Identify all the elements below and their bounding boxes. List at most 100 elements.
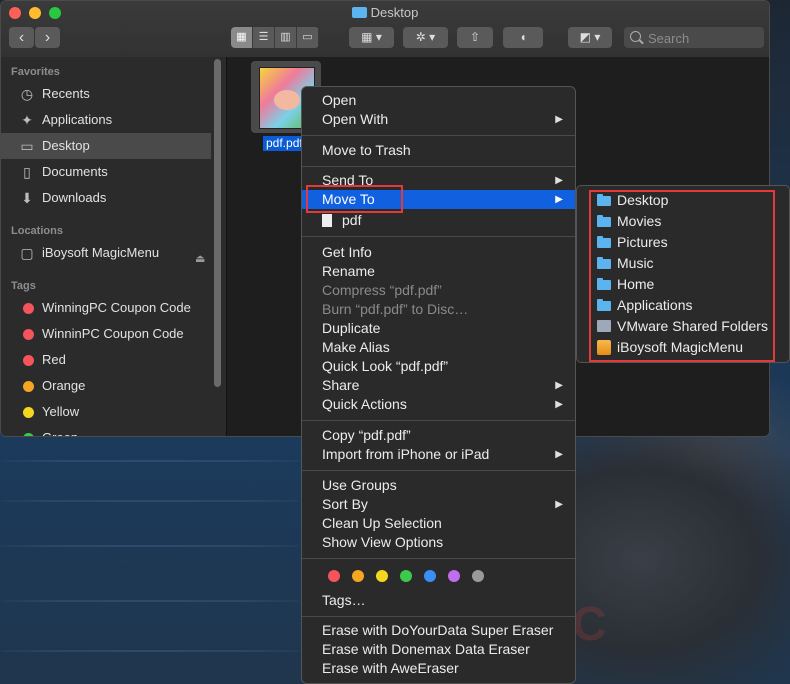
tags-button[interactable]: ◖: [503, 27, 543, 48]
menu-item-quick-look[interactable]: Quick Look “pdf.pdf”: [302, 357, 575, 376]
tag-green-icon[interactable]: [400, 570, 412, 582]
menu-item-duplicate[interactable]: Duplicate: [302, 319, 575, 338]
extension-icon: ◩ ▾: [579, 30, 601, 44]
tag-orange-icon[interactable]: [352, 570, 364, 582]
menu-item-tags[interactable]: Tags…: [302, 591, 575, 610]
sidebar-item-downloads[interactable]: ⬇ Downloads: [1, 185, 211, 211]
tag-blue-icon[interactable]: [424, 570, 436, 582]
menu-item-clean-up-selection[interactable]: Clean Up Selection: [302, 514, 575, 533]
sidebar-item-documents[interactable]: ▯ Documents: [1, 159, 211, 185]
tag-purple-icon[interactable]: [448, 570, 460, 582]
menu-item-use-groups[interactable]: Use Groups: [302, 476, 575, 495]
menu-item-label: Move to Trash: [322, 142, 411, 158]
tag-icon: ◖: [519, 30, 527, 44]
menu-item-get-info[interactable]: Get Info: [302, 243, 575, 262]
menu-item-label: pdf: [342, 212, 362, 228]
menu-item-pdf[interactable]: pdf: [302, 211, 575, 230]
extension-button[interactable]: ◩ ▾: [568, 27, 612, 48]
tag-red-icon[interactable]: [328, 570, 340, 582]
share-button[interactable]: ⇧: [457, 27, 493, 48]
menu-item-label: Rename: [322, 263, 375, 279]
action-button[interactable]: ✲ ▾: [403, 27, 448, 48]
menu-item-share[interactable]: Share ▶: [302, 376, 575, 395]
tag-yellow-icon[interactable]: [376, 570, 388, 582]
wallpaper-wave: [0, 545, 300, 547]
menu-item-rename[interactable]: Rename: [302, 262, 575, 281]
menu-item-open[interactable]: Open: [302, 91, 575, 110]
submenu-arrow-icon: ▶: [555, 380, 563, 391]
menu-item-quick-actions[interactable]: Quick Actions ▶: [302, 395, 575, 414]
eject-icon[interactable]: ⏏: [195, 246, 205, 272]
forward-button[interactable]: ›: [35, 27, 60, 48]
highlight-box-submenu: [589, 190, 775, 362]
file-name-label[interactable]: pdf.pdf: [263, 136, 306, 151]
sidebar-item-label: Desktop: [42, 138, 90, 153]
menu-item-import-from-iphone[interactable]: Import from iPhone or iPad ▶: [302, 445, 575, 464]
menu-item-label: Open With: [322, 111, 389, 127]
menu-item-erase-aweeraser[interactable]: Erase with AweEraser: [302, 659, 575, 678]
search-input[interactable]: [646, 29, 760, 48]
search-field[interactable]: [624, 27, 764, 48]
sidebar-tag-item[interactable]: WinningPC Coupon Code: [1, 295, 211, 321]
sidebar-scrollbar[interactable]: [214, 59, 221, 387]
tag-dot-icon: [23, 355, 34, 366]
sidebar-item-recents[interactable]: ◷ Recents: [1, 81, 211, 107]
tag-dot-icon: [23, 329, 34, 340]
sidebar-section-tags: Tags: [11, 280, 36, 292]
menu-item-label: Import from iPhone or iPad: [322, 446, 490, 462]
sidebar-item-label: Yellow: [42, 404, 80, 419]
sidebar-tag-item[interactable]: Green: [1, 425, 211, 436]
share-icon: ⇧: [469, 30, 481, 44]
menu-item-show-view-options[interactable]: Show View Options: [302, 533, 575, 552]
sidebar-item-label: Applications: [42, 112, 113, 127]
group-button[interactable]: ▦ ▾: [349, 27, 394, 48]
sidebar-item-label: Red: [42, 352, 66, 367]
tag-dot-icon: [23, 433, 34, 436]
clock-icon: ◷: [20, 86, 34, 102]
folder-icon: [351, 7, 367, 18]
sidebar-item-label: Orange: [42, 378, 86, 393]
sidebar-tag-item[interactable]: Red: [1, 347, 211, 373]
menu-item-move-to-trash[interactable]: Move to Trash: [302, 141, 575, 160]
tag-dot-icon: [23, 381, 34, 392]
sidebar-tag-item[interactable]: Orange: [1, 373, 211, 399]
back-button[interactable]: ‹: [9, 27, 34, 48]
menu-item-label: Compress “pdf.pdf”: [322, 282, 442, 298]
sidebar-item-applications[interactable]: ✦ Applications: [1, 107, 211, 133]
column-view-icon[interactable]: ▥: [275, 27, 297, 48]
sidebar-item-label: WinninPC Coupon Code: [42, 326, 184, 341]
menu-separator: [302, 470, 575, 471]
menu-separator: [302, 558, 575, 559]
submenu-arrow-icon: ▶: [555, 114, 563, 125]
gallery-view-icon[interactable]: ▭: [297, 27, 319, 48]
sidebar: Favorites ◷ Recents ✦ Applications ▭ Des…: [1, 57, 227, 436]
context-menu: Open Open With ▶ Move to Trash Send To ▶ M…: [301, 86, 576, 684]
pdf-document-icon: [322, 214, 332, 227]
tag-gray-icon[interactable]: [472, 570, 484, 582]
menu-item-sort-by[interactable]: Sort By ▶: [302, 495, 575, 514]
menu-item-erase-donemax[interactable]: Erase with Donemax Data Eraser: [302, 640, 575, 659]
sidebar-tag-item[interactable]: Yellow: [1, 399, 211, 425]
menu-item-make-alias[interactable]: Make Alias: [302, 338, 575, 357]
menu-item-label: Burn “pdf.pdf” to Disc…: [322, 301, 469, 317]
list-view-icon[interactable]: ☰: [253, 27, 275, 48]
icon-view-icon[interactable]: ▦: [231, 27, 253, 48]
menu-item-erase-doyourdata[interactable]: Erase with DoYourData Super Eraser: [302, 621, 575, 640]
menu-separator: [302, 236, 575, 237]
menu-item-label: Sort By: [322, 496, 368, 512]
view-mode-segmented-control: ▦ ☰ ▥ ▭: [231, 27, 319, 48]
menu-item-label: Duplicate: [322, 320, 381, 336]
download-icon: ⬇: [21, 190, 33, 206]
wallpaper-wave: [0, 460, 300, 462]
menu-item-label: Quick Actions: [322, 396, 407, 412]
menu-item-label: Clean Up Selection: [322, 515, 442, 531]
applications-icon: ✦: [21, 112, 33, 128]
sidebar-item-desktop[interactable]: ▭ Desktop: [1, 133, 211, 159]
sidebar-tag-item[interactable]: WinninPC Coupon Code: [1, 321, 211, 347]
menu-item-copy[interactable]: Copy “pdf.pdf”: [302, 426, 575, 445]
sidebar-item-iboysoft-magicmenu[interactable]: ▢ iBoysoft MagicMenu ⏏: [1, 240, 211, 266]
menu-item-open-with[interactable]: Open With ▶: [302, 110, 575, 129]
window-title: Desktop: [1, 5, 769, 20]
sidebar-section-locations: Locations: [11, 225, 63, 237]
wallpaper-wave: [0, 600, 300, 602]
